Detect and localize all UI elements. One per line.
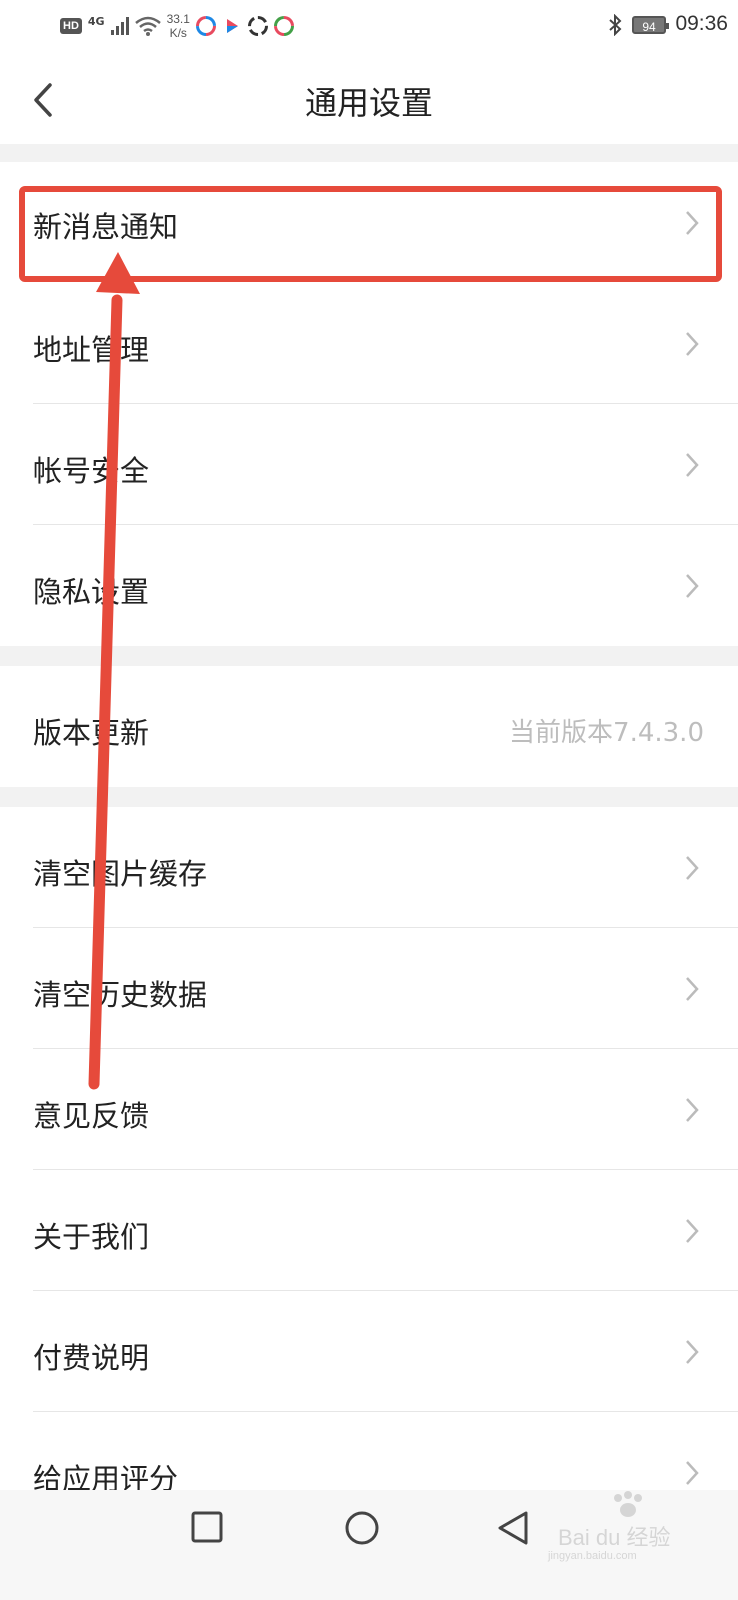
settings-item-label: 付费说明 <box>33 1341 150 1375</box>
bluetooth-icon <box>609 14 622 36</box>
clock: 09:36 <box>675 12 728 35</box>
settings-item-clear-history-data[interactable]: 清空历史数据 <box>0 928 738 1049</box>
section-gap <box>0 144 738 162</box>
app-notification-icon <box>195 16 216 36</box>
highlight-box <box>19 186 722 282</box>
network-speed: 33.1 K/s <box>167 12 190 40</box>
chevron-right-icon <box>686 1340 699 1364</box>
page-title: 通用设置 <box>304 84 433 122</box>
current-version-text: 当前版本7.4.3.0 <box>509 718 704 748</box>
settings-item-label: 意见反馈 <box>33 1099 150 1133</box>
app-notification-icon <box>226 19 238 33</box>
chevron-right-icon <box>686 332 699 356</box>
speed-value: 33.1 <box>166 12 190 26</box>
settings-item-label: 隐私设置 <box>33 575 150 609</box>
settings-item-label: 帐号安全 <box>33 454 150 488</box>
back-triangle-icon[interactable] <box>496 1510 530 1546</box>
chevron-right-icon <box>686 1219 699 1243</box>
app-notification-icon <box>273 16 294 36</box>
paw-logo-icon <box>614 1491 642 1517</box>
status-bar: HD 4G 33.1 K/s 94 09:36 <box>0 0 738 56</box>
settings-item-version-update[interactable]: 版本更新 当前版本7.4.3.0 <box>0 666 738 787</box>
section-gap <box>0 787 738 807</box>
watermark-subtext: jingyan.baidu.com <box>548 1550 637 1562</box>
recent-apps-icon[interactable] <box>190 1510 224 1544</box>
settings-item-privacy-settings[interactable]: 隐私设置 <box>0 525 738 646</box>
section-gap <box>0 646 738 666</box>
settings-item-account-security[interactable]: 帐号安全 <box>0 404 738 525</box>
hd-indicator: HD <box>60 18 82 34</box>
settings-item-payment-info[interactable]: 付费说明 <box>0 1291 738 1412</box>
settings-item-label: 清空历史数据 <box>33 978 208 1012</box>
settings-item-label: 地址管理 <box>33 333 150 367</box>
settings-item-feedback[interactable]: 意见反馈 <box>0 1049 738 1170</box>
battery-icon: 94 <box>632 16 669 34</box>
app-notification-icon <box>247 16 268 36</box>
home-icon[interactable] <box>344 1510 380 1546</box>
baidu-watermark: Bai du 经验 jingyan.baidu.com <box>548 1490 698 1570</box>
chevron-right-icon <box>686 856 699 880</box>
header: 通用设置 <box>0 56 738 144</box>
chevron-right-icon <box>686 977 699 1001</box>
settings-item-address-management[interactable]: 地址管理 <box>0 283 738 404</box>
network-type: 4G <box>87 14 105 28</box>
settings-item-label: 清空图片缓存 <box>33 857 208 891</box>
chevron-right-icon <box>686 574 699 598</box>
speed-unit: K/s <box>169 26 187 40</box>
signal-icon <box>110 17 129 35</box>
settings-item-label: 版本更新 <box>33 716 150 750</box>
chevron-right-icon <box>686 453 699 477</box>
settings-item-about-us[interactable]: 关于我们 <box>0 1170 738 1291</box>
settings-item-clear-image-cache[interactable]: 清空图片缓存 <box>0 807 738 928</box>
wifi-icon <box>134 16 161 36</box>
settings-item-label: 关于我们 <box>33 1220 150 1254</box>
chevron-right-icon <box>686 1098 699 1122</box>
chevron-right-icon <box>686 1461 699 1485</box>
watermark-text: Bai du 经验 <box>558 1525 671 1550</box>
